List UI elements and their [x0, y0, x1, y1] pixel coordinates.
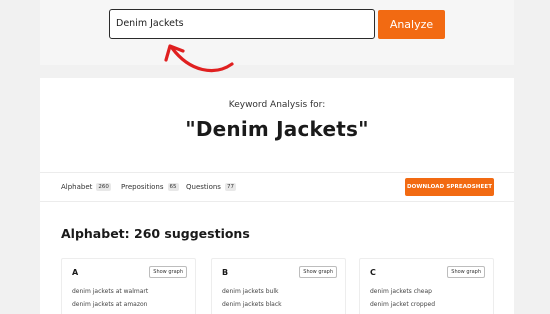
show-graph-button[interactable]: Show graph: [299, 266, 337, 278]
tab-label: Questions: [186, 183, 221, 191]
suggestion-item[interactable]: denim jackets cheap: [370, 288, 432, 295]
count-badge: 65: [167, 183, 179, 191]
group-letter: B: [222, 268, 229, 277]
suggestion-item[interactable]: denim jackets at walmart: [72, 288, 148, 295]
section-title: Alphabet: 260 suggestions: [61, 226, 250, 241]
suggestion-item[interactable]: denim jackets black: [222, 301, 282, 308]
tab-label: Alphabet: [61, 183, 93, 191]
show-graph-button[interactable]: Show graph: [149, 266, 187, 278]
suggestion-card-b: B Show graph denim jackets bulk denim ja…: [211, 258, 346, 314]
count-badge: 260: [96, 183, 111, 191]
group-letter: A: [72, 268, 79, 277]
analyze-button[interactable]: Analyze: [378, 10, 445, 39]
tab-prepositions[interactable]: Prepositions 65: [121, 183, 179, 191]
count-badge: 77: [224, 183, 236, 191]
suggestion-item[interactable]: denim jackets at amazon: [72, 301, 147, 308]
suggestion-item[interactable]: denim jackets bulk: [222, 288, 278, 295]
suggestion-card-c: C Show graph denim jackets cheap denim j…: [359, 258, 494, 314]
curved-arrow-icon: [164, 44, 234, 73]
tabs-row: Alphabet 260 Prepositions 65 Questions 7…: [40, 172, 514, 202]
suggestion-card-a: A Show graph denim jackets at walmart de…: [61, 258, 196, 314]
results-card: Keyword Analysis for: "Denim Jackets" Al…: [40, 78, 514, 314]
suggestion-item[interactable]: denim jacket cropped: [370, 301, 435, 308]
group-letter: C: [370, 268, 376, 277]
tab-questions[interactable]: Questions 77: [186, 183, 236, 191]
download-spreadsheet-button[interactable]: DOWNLOAD SPREADSHEET: [405, 178, 494, 196]
show-graph-button[interactable]: Show graph: [447, 266, 485, 278]
tab-alphabet[interactable]: Alphabet 260: [61, 183, 111, 191]
analysis-caption: Keyword Analysis for:: [228, 100, 326, 110]
keyword-title: "Denim Jackets": [185, 117, 369, 141]
search-input[interactable]: Denim Jackets: [109, 9, 375, 39]
tab-label: Prepositions: [121, 183, 164, 191]
